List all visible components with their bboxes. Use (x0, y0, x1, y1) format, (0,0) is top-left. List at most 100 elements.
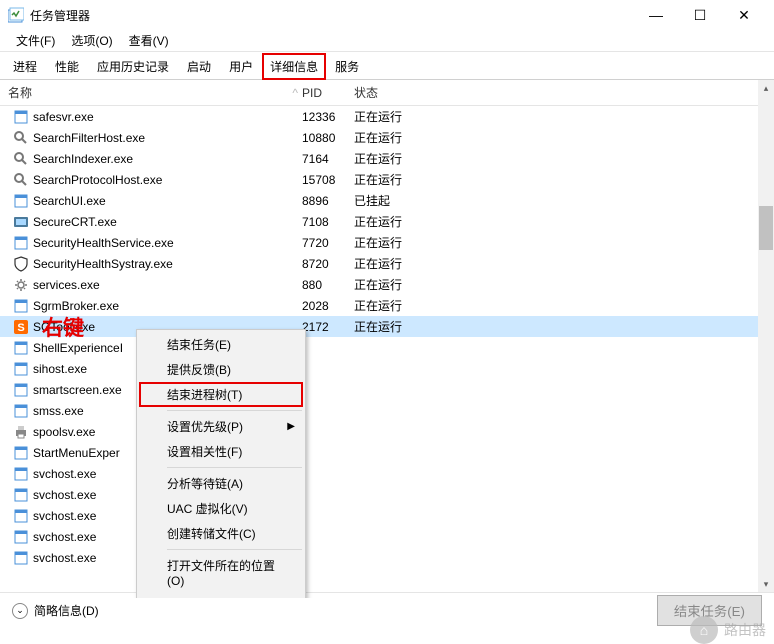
table-row[interactable]: smss.exe 正在运行 (0, 400, 774, 421)
process-icon (13, 403, 29, 419)
process-name: SearchUI.exe (33, 194, 298, 208)
table-row[interactable]: ShellExperienceI 00 已挂起 (0, 337, 774, 358)
ctx-search[interactable]: 在线搜索(N) (139, 592, 303, 598)
table-row[interactable]: SecurityHealthSystray.exe 8720 正在运行 (0, 253, 774, 274)
process-icon (13, 151, 29, 167)
tab-services[interactable]: 服务 (326, 52, 368, 79)
titlebar: 任务管理器 — ☐ ✕ (0, 0, 774, 30)
table-row[interactable]: StartMenuExper 正在运行 (0, 442, 774, 463)
table-row[interactable]: sihost.exe 4 正在运行 (0, 358, 774, 379)
process-name: spoolsv.exe (33, 425, 128, 439)
table-row[interactable]: svchost.exe 6 正在运行 (0, 547, 774, 568)
table-row[interactable]: SecurityHealthService.exe 7720 正在运行 (0, 232, 774, 253)
table-row[interactable]: spoolsv.exe 正在运行 (0, 421, 774, 442)
process-status: 正在运行 (348, 276, 774, 293)
tab-performance[interactable]: 性能 (46, 52, 88, 79)
process-icon: S (13, 319, 29, 335)
table-row[interactable]: SearchFilterHost.exe 10880 正在运行 (0, 127, 774, 148)
process-name: SearchFilterHost.exe (33, 131, 298, 145)
scroll-down-icon[interactable]: ▾ (758, 576, 774, 592)
ctx-end-tree[interactable]: 结束进程树(T) (139, 382, 303, 407)
process-pid: 8720 (298, 257, 348, 271)
process-icon (13, 361, 29, 377)
process-pid: 8896 (298, 194, 348, 208)
process-pid: 12336 (298, 110, 348, 124)
col-pid-header[interactable]: PID (298, 86, 348, 100)
ctx-affinity[interactable]: 设置相关性(F) (139, 439, 303, 464)
process-icon (13, 277, 29, 293)
table-row[interactable]: safesvr.exe 12336 正在运行 (0, 106, 774, 127)
tab-history[interactable]: 应用历史记录 (88, 52, 178, 79)
svg-text:S: S (17, 322, 24, 334)
maximize-button[interactable]: ☐ (678, 1, 722, 29)
process-icon (13, 466, 29, 482)
scroll-up-icon[interactable]: ▴ (758, 80, 774, 96)
ctx-separator (167, 410, 302, 411)
process-pid: 7164 (298, 152, 348, 166)
process-status: 正在运行 (348, 150, 774, 167)
ctx-feedback[interactable]: 提供反馈(B) (139, 357, 303, 382)
ctx-dump[interactable]: 创建转储文件(C) (139, 521, 303, 546)
scrollbar-vertical[interactable]: ▴ ▾ (758, 80, 774, 592)
process-icon (13, 445, 29, 461)
process-status: 正在运行 (348, 318, 774, 335)
table-row[interactable]: svchost.exe 正在运行 (0, 484, 774, 505)
table-row[interactable]: svchost.exe 2 正在运行 (0, 505, 774, 526)
tab-processes[interactable]: 进程 (4, 52, 46, 79)
process-name: smss.exe (33, 404, 128, 418)
process-icon (13, 298, 29, 314)
process-icon (13, 508, 29, 524)
process-pid: 15708 (298, 173, 348, 187)
app-icon (8, 7, 24, 23)
table-row[interactable]: SearchProtocolHost.exe 15708 正在运行 (0, 169, 774, 190)
table-row[interactable]: SearchIndexer.exe 7164 正在运行 (0, 148, 774, 169)
process-icon (13, 109, 29, 125)
process-icon (13, 193, 29, 209)
menubar: 文件(F) 选项(O) 查看(V) (0, 30, 774, 52)
process-name: SearchProtocolHost.exe (33, 173, 298, 187)
table-row[interactable]: SearchUI.exe 8896 已挂起 (0, 190, 774, 211)
table-row[interactable]: SgrmBroker.exe 2028 正在运行 (0, 295, 774, 316)
ctx-end-task[interactable]: 结束任务(E) (139, 332, 303, 357)
table-row[interactable]: smartscreen.exe 60 正在运行 (0, 379, 774, 400)
process-status: 正在运行 (348, 255, 774, 272)
process-icon (13, 550, 29, 566)
ctx-priority[interactable]: 设置优先级(P)▶ (139, 414, 303, 439)
process-icon (13, 529, 29, 545)
tab-startup[interactable]: 启动 (178, 52, 220, 79)
brief-info-toggle[interactable]: ⌄ 简略信息(D) (12, 602, 99, 619)
process-pid: 880 (298, 278, 348, 292)
ctx-uac[interactable]: UAC 虚拟化(V) (139, 496, 303, 521)
table-row[interactable]: SecureCRT.exe 7108 正在运行 (0, 211, 774, 232)
process-name: StartMenuExper (33, 446, 128, 460)
table-row[interactable]: services.exe 880 正在运行 (0, 274, 774, 295)
table-row[interactable]: S SGTool.exe 2172 正在运行 (0, 316, 774, 337)
menu-file[interactable]: 文件(F) (8, 30, 63, 51)
process-name: safesvr.exe (33, 110, 298, 124)
process-icon (13, 382, 29, 398)
process-name: SgrmBroker.exe (33, 299, 298, 313)
process-status: 正在运行 (348, 213, 774, 230)
menu-view[interactable]: 查看(V) (121, 30, 177, 51)
process-status: 正在运行 (348, 129, 774, 146)
process-name: SecurityHealthService.exe (33, 236, 298, 250)
ctx-open-location[interactable]: 打开文件所在的位置(O) (139, 553, 303, 592)
close-button[interactable]: ✕ (722, 1, 766, 29)
col-status-header[interactable]: 状态 (348, 84, 774, 101)
menu-options[interactable]: 选项(O) (63, 30, 120, 51)
minimize-button[interactable]: — (634, 1, 678, 29)
process-name: svchost.exe (33, 467, 128, 481)
process-name: smartscreen.exe (33, 383, 128, 397)
ctx-wait-chain[interactable]: 分析等待链(A) (139, 471, 303, 496)
tab-details[interactable]: 详细信息 (262, 53, 326, 80)
process-name: svchost.exe (33, 488, 128, 502)
context-menu: 结束任务(E) 提供反馈(B) 结束进程树(T) 设置优先级(P)▶ 设置相关性… (136, 329, 306, 598)
table-row[interactable]: svchost.exe 正在运行 (0, 463, 774, 484)
col-name-header[interactable]: 名称^ (0, 84, 298, 101)
scroll-thumb[interactable] (759, 206, 773, 250)
process-status: 正在运行 (348, 108, 774, 125)
tab-users[interactable]: 用户 (220, 52, 262, 79)
process-name: SearchIndexer.exe (33, 152, 298, 166)
table-row[interactable]: svchost.exe 正在运行 (0, 526, 774, 547)
watermark: ⌂ 路由器 (690, 616, 766, 644)
